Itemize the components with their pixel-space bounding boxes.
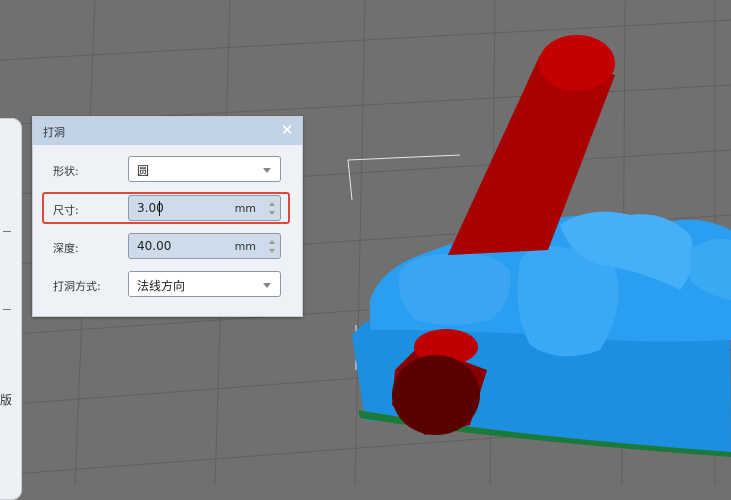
side-panel-label: 版: [0, 393, 13, 407]
dialog-header[interactable]: 打洞 ✕: [33, 117, 302, 145]
method-select[interactable]: 法线方向: [128, 271, 281, 297]
side-panel: 版: [0, 118, 22, 500]
close-icon[interactable]: ✕: [278, 121, 296, 139]
depth-row: 深度: 40.00 mm: [33, 233, 302, 261]
depth-value: 40.00: [137, 239, 172, 253]
method-value: 法线方向: [137, 279, 186, 293]
spin-down-icon[interactable]: [269, 249, 275, 253]
depth-input[interactable]: 40.00 mm: [128, 233, 281, 259]
shape-value: 圆: [137, 164, 150, 178]
shape-label: 形状:: [53, 165, 79, 178]
method-label: 打洞方式:: [53, 280, 101, 293]
chevron-down-icon: [263, 168, 271, 173]
depth-unit: mm: [234, 240, 256, 253]
method-row: 打洞方式: 法线方向: [33, 271, 302, 299]
highlight-box: [42, 192, 290, 224]
shape-select[interactable]: 圆: [128, 156, 281, 182]
depth-label: 深度:: [53, 242, 79, 255]
divider: [3, 231, 11, 232]
dialog-title: 打洞: [43, 126, 65, 139]
spin-up-icon[interactable]: [269, 240, 275, 244]
chevron-down-icon: [263, 283, 271, 288]
divider: [3, 309, 11, 310]
shape-row: 形状: 圆: [33, 156, 302, 184]
